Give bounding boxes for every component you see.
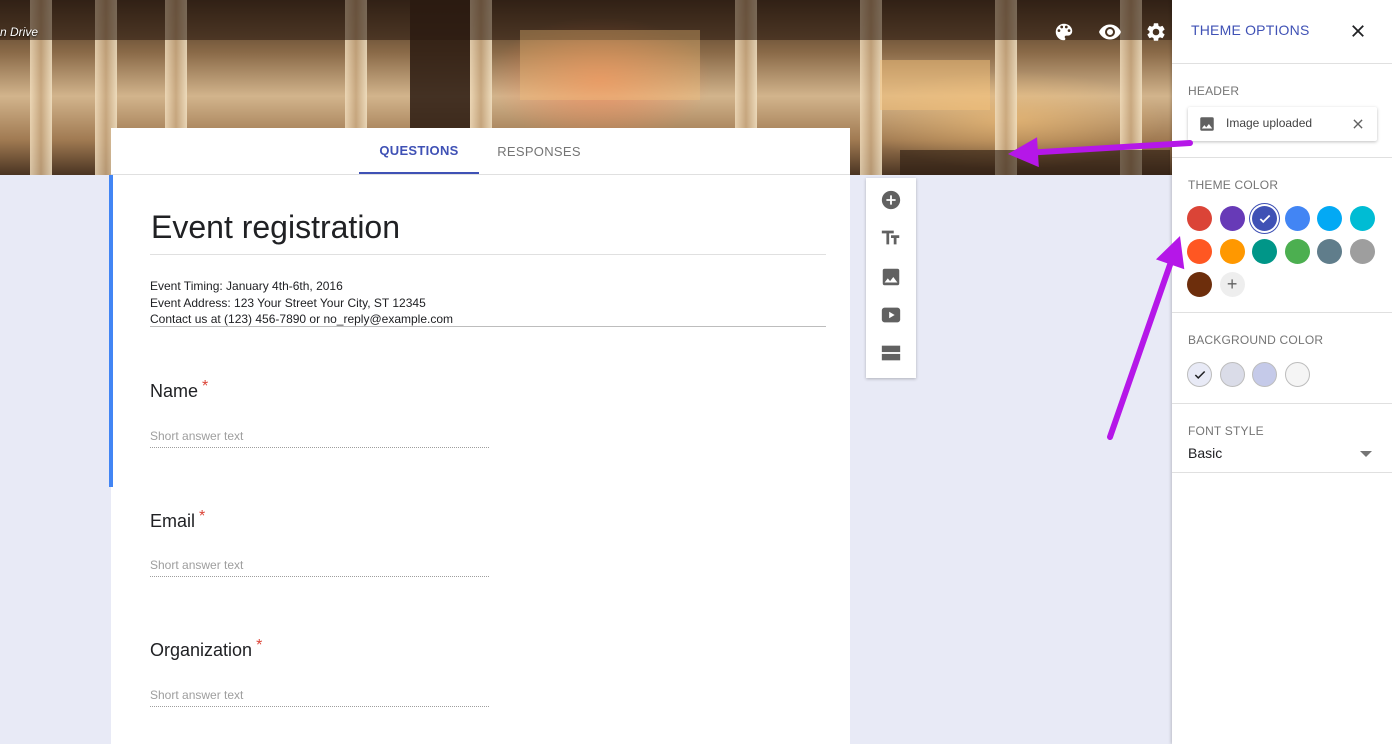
add-custom-color-button[interactable]: + [1219,272,1245,297]
palette-icon[interactable] [1050,18,1078,46]
theme-color-swatch[interactable] [1187,272,1212,297]
eye-icon[interactable] [1096,18,1124,46]
section-icon[interactable] [879,341,903,365]
theme-color-swatch[interactable] [1350,239,1375,264]
add-question-icon[interactable] [879,188,903,212]
theme-color-swatch[interactable] [1317,239,1343,264]
background-color-swatch[interactable] [1284,362,1310,387]
font-style-label: FONT STYLE [1188,424,1264,438]
tab-questions[interactable]: QUESTIONS [359,128,479,174]
theme-color-swatch[interactable] [1252,206,1278,231]
form-description[interactable]: Event Timing: January 4th-6th, 2016 Even… [150,278,453,328]
title-text-icon[interactable] [879,226,903,250]
question-title: Email [150,511,196,531]
background-color-label: BACKGROUND COLOR [1188,333,1324,347]
background-color-swatch[interactable] [1187,362,1212,387]
required-asterisk: * [199,508,206,525]
header-section-label: HEADER [1188,84,1240,98]
font-style-select[interactable]: Basic [1188,445,1222,461]
header-image-status: Image uploaded [1226,116,1313,130]
theme-color-swatch[interactable] [1284,206,1310,231]
image-icon[interactable] [879,265,903,289]
active-card-accent [109,175,113,487]
question-organization-label[interactable]: Organization * [150,637,263,661]
question-toolbar [866,178,916,378]
theme-color-swatch[interactable] [1219,206,1245,231]
video-icon[interactable] [879,303,903,327]
panel-title: THEME OPTIONS [1191,22,1310,38]
theme-color-swatch[interactable] [1252,239,1278,264]
theme-color-swatch[interactable] [1284,239,1310,264]
form-card: Event registration Event Timing: January… [111,175,850,744]
theme-color-swatch[interactable] [1219,239,1245,264]
name-answer-field[interactable]: Short answer text [150,429,489,448]
required-asterisk: * [256,637,263,654]
required-asterisk: * [202,378,209,395]
description-divider [150,326,826,327]
description-line: Event Timing: January 4th-6th, 2016 [150,279,343,293]
theme-color-swatch[interactable] [1187,206,1212,231]
background-color-swatch[interactable] [1219,362,1245,387]
description-line: Event Address: 123 Your Street Your City… [150,295,426,310]
close-icon[interactable] [1346,19,1370,43]
question-title: Organization [150,640,253,660]
remove-image-icon[interactable] [1348,114,1368,134]
form-tabs: QUESTIONS RESPONSES [111,128,850,175]
theme-color-swatch[interactable] [1317,206,1343,231]
gear-icon[interactable] [1142,18,1170,46]
question-email-label[interactable]: Email * [150,508,206,532]
background-color-swatch[interactable] [1252,362,1278,387]
theme-color-swatch[interactable] [1187,239,1212,264]
organization-answer-field[interactable]: Short answer text [150,688,489,707]
theme-color-label: THEME COLOR [1188,178,1279,192]
image-icon [1197,114,1217,134]
title-divider [150,254,826,255]
email-answer-field[interactable]: Short answer text [150,558,489,577]
tab-responses[interactable]: RESPONSES [479,128,599,174]
header-image-chip[interactable]: Image uploaded [1188,107,1377,141]
chevron-down-icon[interactable] [1360,451,1372,457]
theme-color-arrow-shaft [1107,261,1174,440]
question-name-label[interactable]: Name * [150,378,209,402]
theme-color-swatch[interactable] [1350,206,1375,231]
theme-options-panel: THEME OPTIONS HEADER Image uploaded THEM… [1172,0,1392,744]
drive-label: n Drive [0,25,39,39]
form-title[interactable]: Event registration [151,209,400,246]
question-title: Name [150,381,199,401]
